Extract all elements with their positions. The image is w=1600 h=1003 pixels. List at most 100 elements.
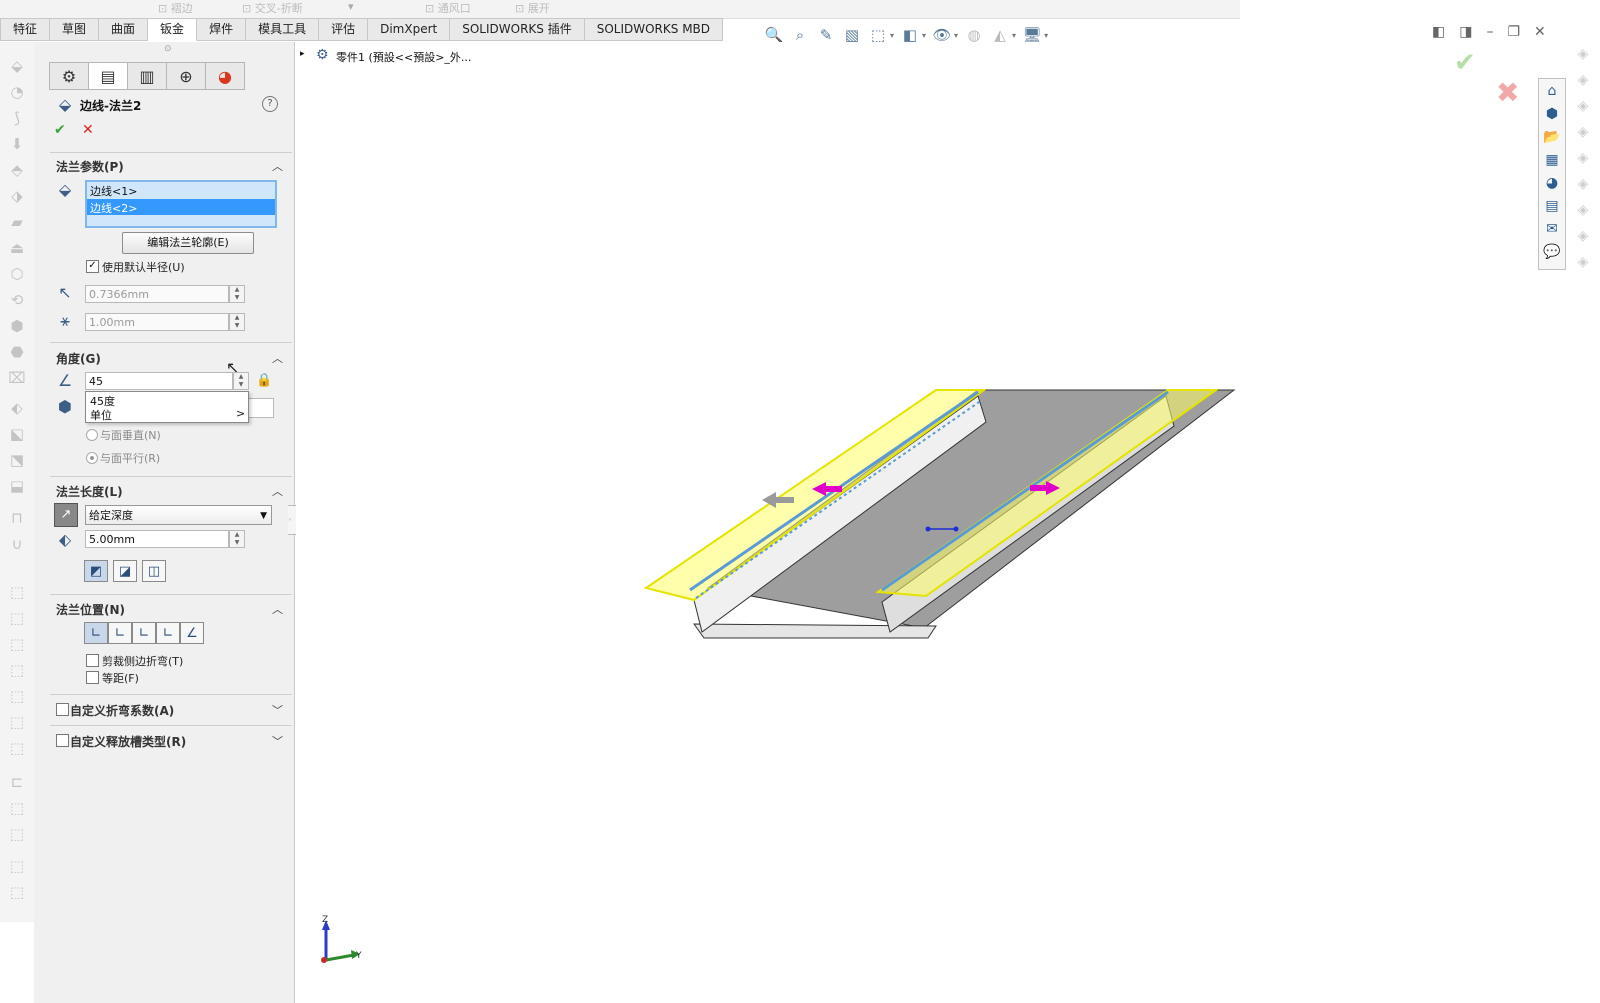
bend-outside-button[interactable]: ∟ bbox=[132, 622, 156, 644]
smart-dimension-icon[interactable]: ⬚ bbox=[7, 798, 27, 818]
parallel-to-face-radio[interactable] bbox=[86, 452, 98, 464]
tab-solidworks-mbd[interactable]: SOLIDWORKS MBD bbox=[584, 18, 724, 41]
list-item[interactable]: 边线<1> bbox=[87, 182, 275, 199]
trim-side-bends-checkbox[interactable] bbox=[86, 654, 99, 667]
flange-angle-field[interactable]: 45 bbox=[85, 372, 233, 390]
edge-selection-list[interactable]: 边线<1> 边线<2> bbox=[85, 180, 277, 228]
popup-item-units[interactable]: 单位 bbox=[90, 407, 112, 423]
comments-icon[interactable]: 💬 bbox=[1542, 242, 1562, 262]
tab-sketch[interactable]: 草图 bbox=[50, 18, 100, 41]
sketch-icon[interactable]: ⊏ bbox=[7, 772, 27, 792]
chevron-down-icon[interactable]: ▾ bbox=[1044, 31, 1048, 40]
custom-bend-allowance-checkbox[interactable] bbox=[56, 703, 69, 716]
chevron-up-icon[interactable]: ︿ bbox=[272, 350, 283, 366]
view-palette-icon[interactable]: ▦ bbox=[1542, 150, 1562, 170]
dimxpert-manager-tab-icon[interactable]: ⊕ bbox=[166, 62, 206, 90]
custom-properties-icon[interactable]: ▤ bbox=[1542, 196, 1562, 216]
chevron-down-icon[interactable]: ▾ bbox=[954, 31, 958, 40]
tab-weldments[interactable]: 焊件 bbox=[197, 18, 247, 41]
ribbon-dropdown-caret[interactable]: ▾ bbox=[348, 0, 354, 13]
list-item-selected[interactable]: 边线<2> bbox=[87, 199, 275, 215]
tab-dimxpert[interactable]: DimXpert bbox=[368, 18, 451, 41]
tab-features[interactable]: 特征 bbox=[0, 18, 51, 41]
design-library-icon[interactable]: ⬢ bbox=[1542, 104, 1562, 124]
home-icon[interactable]: ⌂ bbox=[1542, 81, 1562, 101]
faded-tool-icon[interactable]: ◈ bbox=[1574, 98, 1592, 116]
ribbon-cross-break-button[interactable]: ⊡ 交叉-折断 bbox=[242, 0, 303, 16]
no-bends-icon[interactable]: ⌧ bbox=[7, 368, 27, 388]
miter-flange-icon[interactable]: ⬘ bbox=[7, 160, 27, 180]
bend-radius-spinner[interactable]: ▲ ▼ bbox=[229, 285, 245, 303]
reference-face-field[interactable] bbox=[248, 398, 274, 418]
gap-distance-field[interactable]: 1.00mm bbox=[85, 313, 229, 331]
vent-icon[interactable]: ∪ bbox=[7, 534, 27, 554]
property-manager-tab-icon[interactable]: ▤ bbox=[88, 62, 128, 90]
file-explorer-icon[interactable]: 📂 bbox=[1542, 127, 1562, 147]
material-outside-button[interactable]: ∟ bbox=[108, 622, 132, 644]
flange-angle-spinner[interactable]: ▲ ▼ bbox=[233, 372, 249, 390]
chevron-down-icon[interactable]: ﹀ bbox=[272, 702, 283, 718]
save-icon[interactable]: ⬚ bbox=[7, 856, 27, 876]
ok-button[interactable]: ✔ bbox=[54, 122, 66, 138]
chevron-down-icon[interactable]: ﹀ bbox=[272, 733, 283, 749]
chevron-up-icon[interactable]: ︿ bbox=[272, 601, 283, 617]
angle-header[interactable]: 角度(G) bbox=[56, 350, 101, 367]
corner-icon[interactable]: ⬕ bbox=[7, 424, 27, 444]
faded-tool-icon[interactable]: ◈ bbox=[1574, 202, 1592, 220]
chevron-down-icon[interactable]: ▾ bbox=[1012, 31, 1016, 40]
custom-relief-type-checkbox[interactable] bbox=[56, 734, 69, 747]
use-default-radius-checkbox[interactable]: ✓ bbox=[86, 260, 99, 273]
display-icon[interactable]: ⬚ bbox=[7, 824, 27, 844]
unfold-icon[interactable]: ⟲ bbox=[7, 290, 27, 310]
tile-right-icon[interactable]: ◨ bbox=[1459, 24, 1472, 40]
extruded-cut-icon[interactable]: ⬚ bbox=[7, 582, 27, 602]
sketched-bend-icon[interactable]: ⏏ bbox=[7, 238, 27, 258]
tile-left-icon[interactable]: ◧ bbox=[1432, 24, 1445, 40]
chevron-down-icon[interactable]: ▾ bbox=[890, 31, 894, 40]
configuration-manager-tab-icon[interactable]: ▥ bbox=[127, 62, 167, 90]
tab-mold-tools[interactable]: 模具工具 bbox=[246, 18, 320, 41]
feature-manager-tab-icon[interactable]: ⚙ bbox=[49, 62, 89, 90]
lofted-bend-icon[interactable]: ⟆ bbox=[7, 108, 27, 128]
minimize-icon[interactable]: – bbox=[1486, 24, 1493, 40]
flange-position-header[interactable]: 法兰位置(N) bbox=[56, 601, 125, 618]
end-condition-select[interactable]: 给定深度 ▼ bbox=[85, 505, 272, 525]
restore-icon[interactable]: ❐ bbox=[1507, 24, 1520, 40]
reverse-direction-icon[interactable]: ↗ bbox=[54, 503, 78, 527]
cross-break-icon[interactable]: ⬡ bbox=[7, 264, 27, 284]
flange-length-spinner[interactable]: ▲ ▼ bbox=[229, 530, 245, 548]
tab-solidworks-addins[interactable]: SOLIDWORKS 插件 bbox=[450, 18, 585, 41]
ribbon-hem-button[interactable]: ⊡ 褶边 bbox=[158, 0, 193, 16]
mirror-icon[interactable]: ⬚ bbox=[7, 634, 27, 654]
insert-bends-icon[interactable]: ⬚ bbox=[7, 738, 27, 758]
custom-relief-type-header[interactable]: 自定义释放槽类型(R) bbox=[70, 733, 186, 750]
virtual-sharp-button[interactable]: ∟ bbox=[156, 622, 180, 644]
tab-surfaces[interactable]: 曲面 bbox=[99, 18, 149, 41]
panel-collapse-handle[interactable]: ⊙ bbox=[164, 44, 172, 54]
print-icon[interactable]: ⬚ bbox=[7, 882, 27, 902]
appearances-icon[interactable]: ◕ bbox=[1542, 173, 1562, 193]
flange-length-header[interactable]: 法兰长度(L) bbox=[56, 483, 123, 500]
faded-tool-icon[interactable]: ◈ bbox=[1574, 46, 1592, 64]
flange-parameters-header[interactable]: 法兰参数(P) bbox=[56, 158, 124, 175]
cancel-button[interactable]: ✕ bbox=[82, 122, 94, 138]
forum-icon[interactable]: ✉ bbox=[1542, 219, 1562, 239]
ribbon-unfold-button[interactable]: ⊡ 展开 bbox=[515, 0, 550, 16]
inner-virtual-sharp-button[interactable]: ◪ bbox=[113, 560, 137, 582]
hem-icon[interactable]: ⬗ bbox=[7, 186, 27, 206]
faded-tool-icon[interactable]: ◈ bbox=[1574, 254, 1592, 272]
close-icon[interactable]: ✕ bbox=[1534, 24, 1546, 40]
offset-checkbox[interactable] bbox=[86, 671, 99, 684]
tab-sheet-metal[interactable]: 钣金 bbox=[148, 18, 198, 41]
lock-icon[interactable]: 🔒 bbox=[256, 373, 272, 388]
flatten-icon[interactable]: ⬣ bbox=[7, 342, 27, 362]
graphics-viewport[interactable]: ▸ ⚙ 零件1 (預設<<預設>_外... ✔ ✖ Z Y bbox=[296, 42, 1538, 1003]
display-manager-tab-icon[interactable]: ◕ bbox=[205, 62, 245, 90]
rip-icon[interactable]: ⬖ bbox=[7, 398, 27, 418]
faded-tool-icon[interactable]: ◈ bbox=[1574, 228, 1592, 246]
custom-bend-allowance-header[interactable]: 自定义折弯系数(A) bbox=[70, 702, 174, 719]
convert-to-sheet-metal-icon[interactable]: ◔ bbox=[7, 82, 27, 102]
sweep-icon[interactable]: ⬚ bbox=[7, 686, 27, 706]
break-corner-icon[interactable]: ⬓ bbox=[7, 476, 27, 496]
faded-tool-icon[interactable]: ◈ bbox=[1574, 150, 1592, 168]
